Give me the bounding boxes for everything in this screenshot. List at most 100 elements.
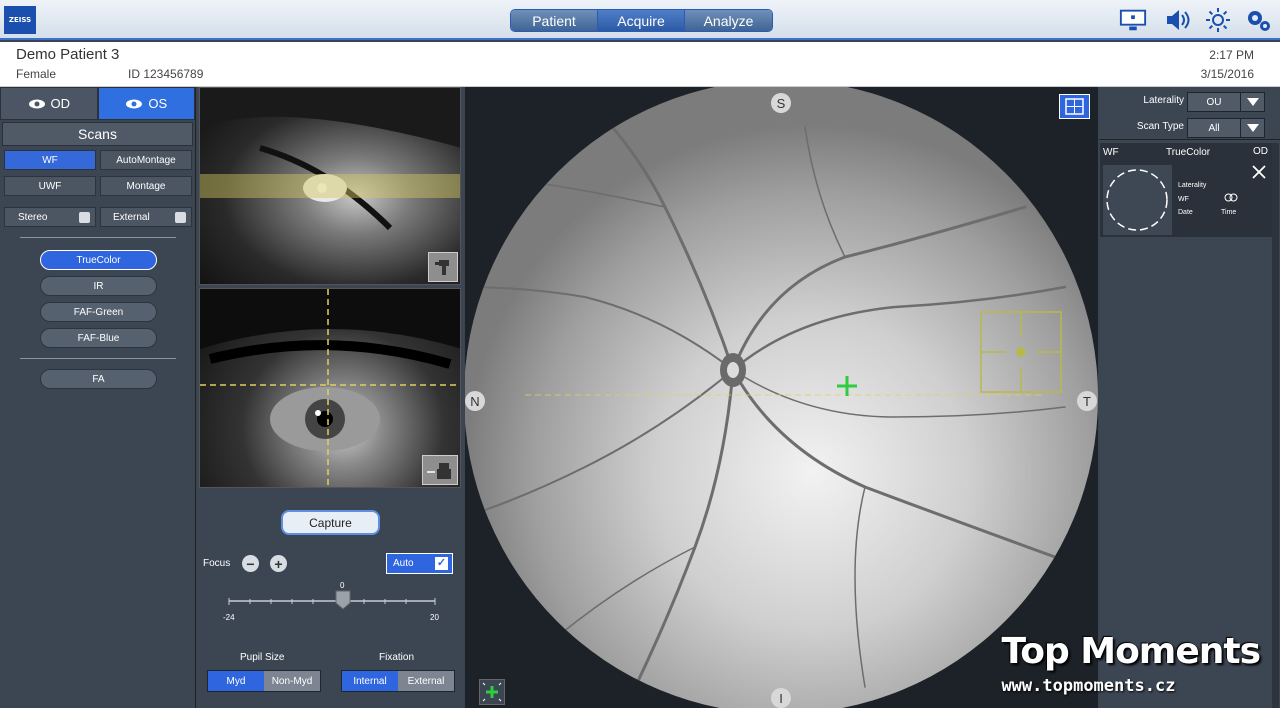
tab-od[interactable]: OD bbox=[0, 87, 98, 120]
patient-id: ID 123456789 bbox=[128, 67, 204, 81]
scans-title: Scans bbox=[2, 122, 193, 146]
pupil-non-myd-button[interactable]: Non-Myd bbox=[264, 671, 320, 691]
scan-card-laterality-field: Laterality bbox=[1178, 182, 1207, 189]
mode-ir-button[interactable]: IR bbox=[40, 276, 157, 296]
divider bbox=[20, 237, 176, 238]
compass-superior: S bbox=[771, 93, 791, 113]
compass-inferior: I bbox=[771, 688, 791, 708]
scan-type-dropdown[interactable]: All bbox=[1187, 118, 1265, 138]
laterality-value: OU bbox=[1206, 96, 1222, 108]
fixation-icon bbox=[482, 682, 502, 702]
stereo-checkbox[interactable] bbox=[79, 212, 90, 223]
focus-slider[interactable] bbox=[227, 589, 437, 619]
watermark-url: www.topmoments.cz bbox=[1001, 676, 1176, 696]
fixation-external-button[interactable]: External bbox=[398, 671, 454, 691]
top-bar: ZEISS Patient Acquire Analyze bbox=[0, 0, 1280, 40]
laterality-dropdown[interactable]: OU bbox=[1187, 92, 1265, 112]
tab-od-label: OD bbox=[50, 96, 71, 111]
fixation-selector: Internal External bbox=[341, 670, 455, 692]
scrollbar[interactable] bbox=[1272, 143, 1279, 708]
fullscreen-icon bbox=[1065, 98, 1084, 115]
scan-uwf-button[interactable]: UWF bbox=[4, 176, 96, 196]
fixation-toggle-button[interactable] bbox=[479, 679, 505, 705]
laterality-label: Laterality bbox=[1143, 95, 1184, 106]
pupil-size-label: Pupil Size bbox=[240, 652, 285, 663]
eye-icon bbox=[126, 99, 143, 108]
patient-header: Demo Patient 3 Female ID 123456789 2:17 … bbox=[0, 42, 1280, 87]
tab-acquire[interactable]: Acquire bbox=[598, 10, 685, 31]
chevron-down-icon bbox=[1240, 119, 1264, 137]
scan-card-time-field: Time bbox=[1221, 209, 1237, 216]
minus-icon: − bbox=[246, 555, 255, 572]
capture-button[interactable]: Capture bbox=[281, 510, 380, 535]
scan-type-filter: Scan Type All bbox=[1099, 116, 1280, 138]
pupil-myd-button[interactable]: Myd bbox=[208, 671, 264, 691]
focus-slider-handle bbox=[335, 590, 351, 610]
focus-plus-button[interactable]: + bbox=[270, 555, 287, 572]
focus-label: Focus bbox=[203, 558, 231, 569]
scan-type-label: Scan Type bbox=[1136, 121, 1184, 132]
speaker-icon[interactable] bbox=[1164, 6, 1192, 34]
monitor-icon[interactable] bbox=[1119, 6, 1147, 34]
fixation-internal-button[interactable]: Internal bbox=[342, 671, 398, 691]
patient-name: Demo Patient 3 bbox=[16, 46, 120, 63]
fullscreen-button[interactable] bbox=[1059, 94, 1090, 119]
tab-os-label: OS bbox=[148, 96, 168, 111]
settings-icon[interactable] bbox=[1244, 6, 1272, 34]
tab-os[interactable]: OS bbox=[97, 87, 195, 120]
mode-faf-green-button[interactable]: FAF-Green bbox=[40, 302, 157, 322]
fundus-viewer: S N T I bbox=[465, 87, 1098, 708]
mode-faf-blue-button[interactable]: FAF-Blue bbox=[40, 328, 157, 348]
auto-checkbox[interactable]: ✓ bbox=[435, 557, 448, 570]
external-label: External bbox=[113, 211, 150, 223]
scan-automontage-button[interactable]: AutoMontage bbox=[100, 150, 192, 170]
divider bbox=[1099, 139, 1280, 140]
scan-settings-panel: OD OS Scans WF AutoMontage UWF Montage S… bbox=[0, 87, 196, 708]
close-icon[interactable] bbox=[1252, 165, 1266, 179]
current-date: 3/15/2016 bbox=[1200, 67, 1254, 81]
external-toggle[interactable]: External bbox=[100, 207, 192, 227]
compass-nasal: N bbox=[465, 391, 485, 411]
scan-card-wf-field: WF bbox=[1178, 196, 1189, 203]
watermark-title: Top Moments bbox=[1001, 631, 1261, 672]
mode-truecolor-button[interactable]: TrueColor bbox=[40, 250, 157, 270]
focus-min-label: -24 bbox=[223, 613, 235, 622]
pupil-size-selector: Myd Non-Myd bbox=[207, 670, 321, 692]
scan-wf-button[interactable]: WF bbox=[4, 150, 96, 170]
external-checkbox[interactable] bbox=[175, 212, 186, 223]
scan-band-overlay bbox=[200, 174, 460, 198]
ou-icon bbox=[1224, 193, 1238, 205]
front-camera-icon[interactable] bbox=[422, 455, 458, 485]
stereo-toggle[interactable]: Stereo bbox=[4, 207, 96, 227]
side-camera-view bbox=[199, 87, 461, 285]
eye-icon bbox=[28, 99, 45, 108]
main-nav-tabs: Patient Acquire Analyze bbox=[510, 9, 773, 32]
current-time: 2:17 PM bbox=[1209, 48, 1254, 62]
stereo-label: Stereo bbox=[18, 211, 48, 223]
front-camera-view bbox=[199, 288, 461, 488]
auto-focus-toggle[interactable]: Auto ✓ bbox=[386, 553, 453, 574]
focus-minus-button[interactable]: − bbox=[242, 555, 259, 572]
patient-sex: Female bbox=[16, 67, 57, 81]
compass-temporal: T bbox=[1077, 391, 1097, 411]
side-camera-icon[interactable] bbox=[428, 252, 458, 282]
tab-patient[interactable]: Patient bbox=[511, 10, 598, 31]
scan-type-value: All bbox=[1208, 122, 1220, 134]
focus-max-label: 20 bbox=[430, 613, 439, 622]
fixation-label: Fixation bbox=[379, 652, 415, 663]
chevron-down-icon bbox=[1240, 93, 1264, 111]
divider bbox=[20, 358, 176, 359]
scan-card[interactable]: WF TrueColor OD Laterality WF Date Time bbox=[1100, 143, 1272, 237]
scan-thumbnail bbox=[1103, 165, 1172, 235]
scan-list-panel: Laterality OU Scan Type All WF TrueColor… bbox=[1099, 87, 1280, 708]
auto-label: Auto bbox=[393, 558, 414, 569]
laterality-filter: Laterality OU bbox=[1099, 90, 1280, 112]
scan-card-type: WF bbox=[1103, 147, 1119, 158]
tab-analyze[interactable]: Analyze bbox=[685, 10, 772, 31]
scan-montage-button[interactable]: Montage bbox=[100, 176, 192, 196]
scan-card-eye: OD bbox=[1253, 146, 1268, 157]
plus-icon: + bbox=[274, 555, 283, 572]
brightness-icon[interactable] bbox=[1204, 6, 1232, 34]
mode-fa-button[interactable]: FA bbox=[40, 369, 157, 389]
fundus-image[interactable] bbox=[465, 87, 1098, 708]
